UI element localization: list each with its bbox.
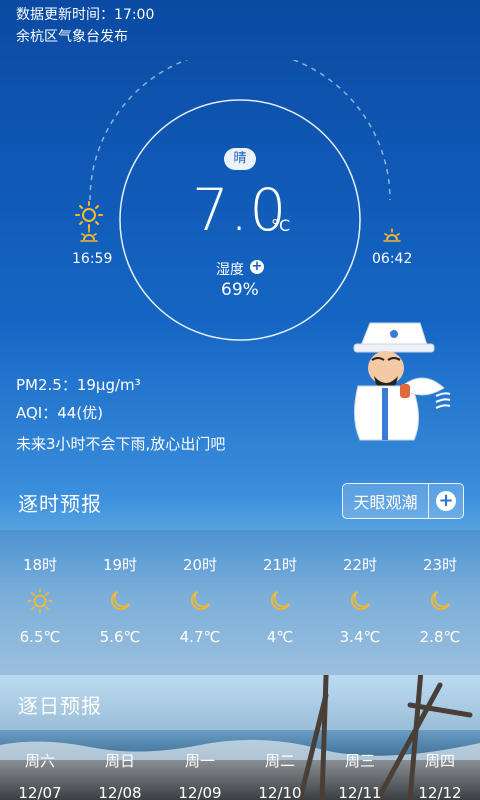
moon-icon [270, 591, 290, 611]
temperature-unit: °C [271, 216, 291, 235]
hourly-temp: 6.5℃ [19, 628, 61, 646]
hourly-time: 22时 [342, 556, 378, 574]
moon-icon [430, 591, 450, 611]
moon-icon [190, 591, 210, 611]
plus-icon: + [436, 491, 456, 511]
rain-message: 未来3小时不会下雨,放心出门吧 [16, 435, 226, 453]
hourly-time: 20时 [182, 556, 218, 574]
daily-weekday: 周三 [344, 752, 375, 770]
aqi-text: AQI：44(优) [16, 404, 104, 422]
hourly-forecast-title: 逐时预报 [18, 492, 102, 516]
humidity-label: 湿度 [216, 262, 244, 278]
hourly-time: 19时 [102, 556, 138, 574]
hourly-forecast-panel: 18时 6.5℃ 19时 5.6℃ 20时 4.7℃ 21时 4℃ 22时 3.… [0, 530, 480, 675]
sun-position-icon [75, 201, 103, 229]
update-info: 数据更新时间：17:00 余杭区气象台发布 [16, 4, 154, 48]
daily-date: 12/10 [258, 784, 302, 800]
daily-date: 12/11 [338, 784, 382, 800]
daily-date: 12/09 [178, 784, 222, 800]
daily-date: 12/08 [98, 784, 142, 800]
hourly-temp: 5.6℃ [99, 628, 141, 646]
hourly-temp: 2.8℃ [419, 628, 461, 646]
sunset-time: 06:42 [372, 251, 413, 267]
condition-badge: 晴 [224, 148, 256, 170]
publisher-text: 余杭区气象台发布 [16, 29, 128, 45]
tide-watch-label[interactable]: 天眼观潮 [343, 489, 428, 513]
daily-weekday: 周一 [184, 752, 215, 770]
daily-date: 12/12 [418, 784, 462, 800]
daily-weekday: 周六 [24, 752, 55, 770]
air-quality: PM2.5：19μg/m³ AQI：44(优) [16, 371, 141, 427]
hourly-time: 23时 [422, 556, 458, 574]
pm25-text: PM2.5：19μg/m³ [16, 376, 141, 394]
sunset-icon [383, 228, 401, 242]
moon-icon [350, 591, 370, 611]
daily-forecast-title: 逐日预报 [18, 694, 102, 718]
daily-weekday: 周日 [104, 752, 135, 770]
sunrise-icon [80, 228, 98, 242]
hourly-time: 21时 [262, 556, 298, 574]
update-time-text: 数据更新时间：17:00 [16, 7, 155, 23]
sun-icon [27, 588, 53, 614]
hourly-time: 18时 [22, 556, 58, 574]
humidity-add-icon[interactable]: + [250, 260, 264, 274]
hourly-temp: 4℃ [266, 628, 294, 646]
hourly-temp: 3.4℃ [339, 628, 381, 646]
mascot-character-icon[interactable] [340, 318, 460, 446]
daily-weekday: 周四 [424, 752, 455, 770]
humidity-value: 69% [221, 280, 259, 300]
hourly-temp: 4.7℃ [179, 628, 221, 646]
daily-weekday: 周二 [264, 752, 295, 770]
moon-icon [110, 591, 130, 611]
daily-date: 12/07 [18, 784, 62, 800]
tide-add-button[interactable]: + [429, 491, 463, 511]
sunrise-time: 16:59 [72, 251, 113, 267]
tide-watch-button[interactable]: 天眼观潮 + [342, 483, 464, 519]
